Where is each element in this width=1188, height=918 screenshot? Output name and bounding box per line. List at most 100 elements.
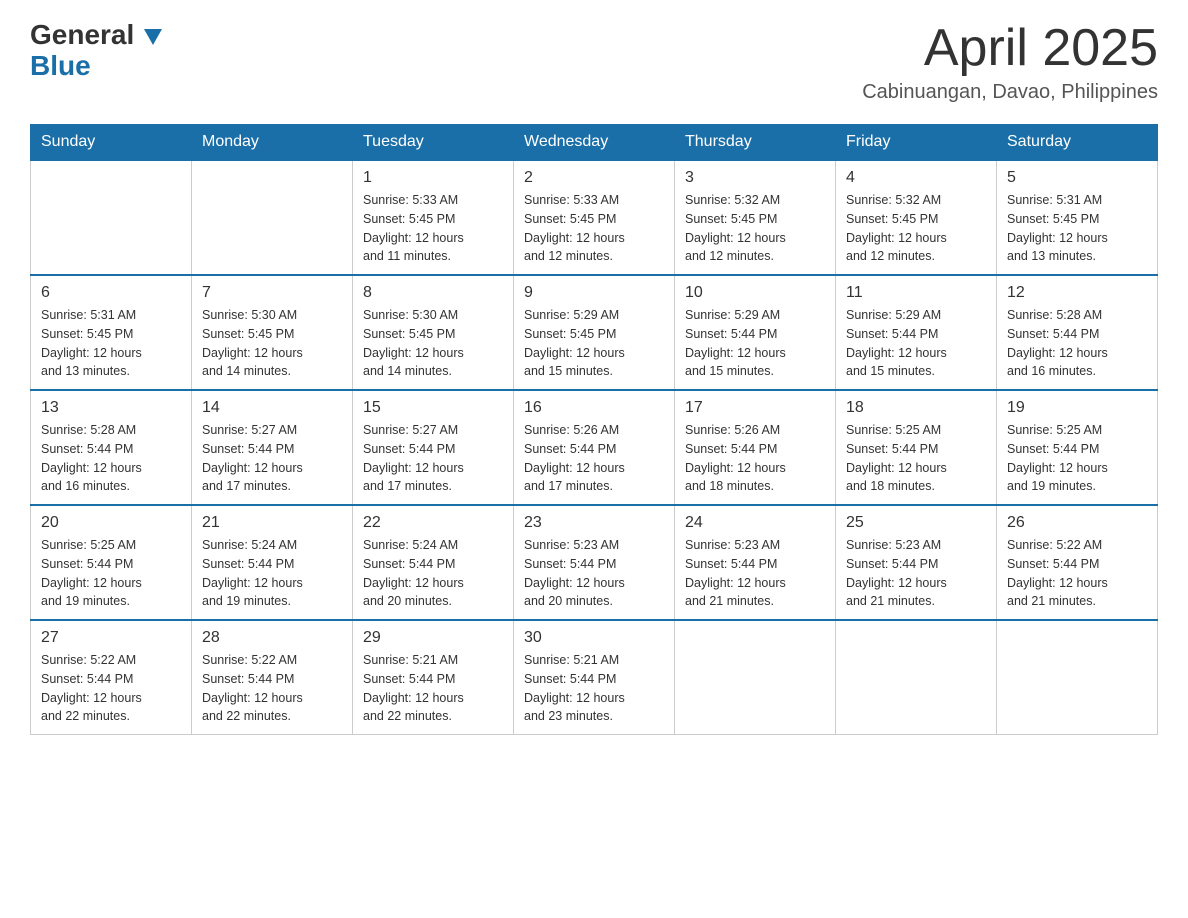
day-number: 30 xyxy=(524,629,664,647)
calendar-cell: 25 Sunrise: 5:23 AM Sunset: 5:44 PM Dayli… xyxy=(836,505,997,620)
day-header-saturday: Saturday xyxy=(997,125,1158,161)
day-number: 12 xyxy=(1007,284,1147,302)
day-info: Sunrise: 5:22 AM Sunset: 5:44 PM Dayligh… xyxy=(41,651,181,726)
day-info: Sunrise: 5:32 AM Sunset: 5:45 PM Dayligh… xyxy=(685,191,825,266)
day-number: 21 xyxy=(202,514,342,532)
day-number: 27 xyxy=(41,629,181,647)
day-info: Sunrise: 5:26 AM Sunset: 5:44 PM Dayligh… xyxy=(524,421,664,496)
calendar-cell: 29 Sunrise: 5:21 AM Sunset: 5:44 PM Dayli… xyxy=(353,620,514,735)
calendar-cell: 21 Sunrise: 5:24 AM Sunset: 5:44 PM Dayli… xyxy=(192,505,353,620)
day-number: 8 xyxy=(363,284,503,302)
day-info: Sunrise: 5:33 AM Sunset: 5:45 PM Dayligh… xyxy=(363,191,503,266)
calendar-cell: 22Sunrise: 5:24 AM Sunset: 5:44 PM Dayli… xyxy=(353,505,514,620)
calendar-cell: 9 Sunrise: 5:29 AM Sunset: 5:45 PM Daylig… xyxy=(514,275,675,390)
logo: General Blue xyxy=(30,20,162,82)
day-number: 14 xyxy=(202,399,342,417)
calendar-body: 1 Sunrise: 5:33 AM Sunset: 5:45 PM Daylig… xyxy=(31,160,1158,735)
location: Cabinuangan, Davao, Philippines xyxy=(862,81,1158,104)
logo-triangle-icon xyxy=(144,29,162,45)
day-number: 18 xyxy=(846,399,986,417)
calendar-cell: 10 Sunrise: 5:29 AM Sunset: 5:44 PM Dayli… xyxy=(675,275,836,390)
day-number: 15 xyxy=(363,399,503,417)
calendar-week-1: 1 Sunrise: 5:33 AM Sunset: 5:45 PM Daylig… xyxy=(31,160,1158,275)
day-info: Sunrise: 5:29 AM Sunset: 5:44 PM Dayligh… xyxy=(685,306,825,381)
day-number: 5 xyxy=(1007,169,1147,187)
calendar-cell: 16Sunrise: 5:26 AM Sunset: 5:44 PM Dayli… xyxy=(514,390,675,505)
calendar-cell: 6 Sunrise: 5:31 AM Sunset: 5:45 PM Daylig… xyxy=(31,275,192,390)
calendar-week-3: 13 Sunrise: 5:28 AM Sunset: 5:44 PM Dayli… xyxy=(31,390,1158,505)
day-number: 2 xyxy=(524,169,664,187)
calendar-cell: 7 Sunrise: 5:30 AM Sunset: 5:45 PM Daylig… xyxy=(192,275,353,390)
calendar-cell: 30Sunrise: 5:21 AM Sunset: 5:44 PM Dayli… xyxy=(514,620,675,735)
page-header: General Blue April 2025 Cabinuangan, Dav… xyxy=(30,20,1158,104)
day-info: Sunrise: 5:31 AM Sunset: 5:45 PM Dayligh… xyxy=(1007,191,1147,266)
day-number: 17 xyxy=(685,399,825,417)
calendar-cell: 8 Sunrise: 5:30 AM Sunset: 5:45 PM Daylig… xyxy=(353,275,514,390)
calendar-cell: 18 Sunrise: 5:25 AM Sunset: 5:44 PM Dayli… xyxy=(836,390,997,505)
calendar-week-5: 27 Sunrise: 5:22 AM Sunset: 5:44 PM Dayli… xyxy=(31,620,1158,735)
day-info: Sunrise: 5:23 AM Sunset: 5:44 PM Dayligh… xyxy=(685,536,825,611)
day-info: Sunrise: 5:29 AM Sunset: 5:45 PM Dayligh… xyxy=(524,306,664,381)
calendar-cell: 19 Sunrise: 5:25 AM Sunset: 5:44 PM Dayli… xyxy=(997,390,1158,505)
day-info: Sunrise: 5:22 AM Sunset: 5:44 PM Dayligh… xyxy=(1007,536,1147,611)
day-info: Sunrise: 5:23 AM Sunset: 5:44 PM Dayligh… xyxy=(846,536,986,611)
day-info: Sunrise: 5:27 AM Sunset: 5:44 PM Dayligh… xyxy=(202,421,342,496)
day-number: 9 xyxy=(524,284,664,302)
day-header-tuesday: Tuesday xyxy=(353,125,514,161)
day-info: Sunrise: 5:24 AM Sunset: 5:44 PM Dayligh… xyxy=(363,536,503,611)
calendar-cell: 2 Sunrise: 5:33 AM Sunset: 5:45 PM Daylig… xyxy=(514,160,675,275)
day-info: Sunrise: 5:24 AM Sunset: 5:44 PM Dayligh… xyxy=(202,536,342,611)
day-header-sunday: Sunday xyxy=(31,125,192,161)
day-info: Sunrise: 5:28 AM Sunset: 5:44 PM Dayligh… xyxy=(41,421,181,496)
day-header-thursday: Thursday xyxy=(675,125,836,161)
day-info: Sunrise: 5:30 AM Sunset: 5:45 PM Dayligh… xyxy=(202,306,342,381)
calendar-cell: 17Sunrise: 5:26 AM Sunset: 5:44 PM Dayli… xyxy=(675,390,836,505)
day-info: Sunrise: 5:21 AM Sunset: 5:44 PM Dayligh… xyxy=(363,651,503,726)
calendar-header: SundayMondayTuesdayWednesdayThursdayFrid… xyxy=(31,125,1158,161)
calendar-week-2: 6 Sunrise: 5:31 AM Sunset: 5:45 PM Daylig… xyxy=(31,275,1158,390)
day-info: Sunrise: 5:32 AM Sunset: 5:45 PM Dayligh… xyxy=(846,191,986,266)
calendar-cell xyxy=(192,160,353,275)
calendar-cell: 20 Sunrise: 5:25 AM Sunset: 5:44 PM Dayli… xyxy=(31,505,192,620)
calendar-cell: 5 Sunrise: 5:31 AM Sunset: 5:45 PM Daylig… xyxy=(997,160,1158,275)
calendar-cell xyxy=(31,160,192,275)
day-info: Sunrise: 5:29 AM Sunset: 5:44 PM Dayligh… xyxy=(846,306,986,381)
day-number: 6 xyxy=(41,284,181,302)
day-info: Sunrise: 5:31 AM Sunset: 5:45 PM Dayligh… xyxy=(41,306,181,381)
day-info: Sunrise: 5:30 AM Sunset: 5:45 PM Dayligh… xyxy=(363,306,503,381)
calendar-cell: 15Sunrise: 5:27 AM Sunset: 5:44 PM Dayli… xyxy=(353,390,514,505)
day-number: 10 xyxy=(685,284,825,302)
day-number: 29 xyxy=(363,629,503,647)
calendar-cell: 26 Sunrise: 5:22 AM Sunset: 5:44 PM Dayli… xyxy=(997,505,1158,620)
month-title: April 2025 xyxy=(862,20,1158,77)
calendar-cell: 27 Sunrise: 5:22 AM Sunset: 5:44 PM Dayli… xyxy=(31,620,192,735)
day-number: 19 xyxy=(1007,399,1147,417)
day-info: Sunrise: 5:33 AM Sunset: 5:45 PM Dayligh… xyxy=(524,191,664,266)
logo-blue: Blue xyxy=(30,51,162,82)
day-info: Sunrise: 5:23 AM Sunset: 5:44 PM Dayligh… xyxy=(524,536,664,611)
day-info: Sunrise: 5:22 AM Sunset: 5:44 PM Dayligh… xyxy=(202,651,342,726)
calendar-cell: 14 Sunrise: 5:27 AM Sunset: 5:44 PM Dayli… xyxy=(192,390,353,505)
day-number: 20 xyxy=(41,514,181,532)
title-block: April 2025 Cabinuangan, Davao, Philippin… xyxy=(862,20,1158,104)
day-number: 1 xyxy=(363,169,503,187)
day-number: 7 xyxy=(202,284,342,302)
calendar-cell: 24Sunrise: 5:23 AM Sunset: 5:44 PM Dayli… xyxy=(675,505,836,620)
day-info: Sunrise: 5:25 AM Sunset: 5:44 PM Dayligh… xyxy=(1007,421,1147,496)
day-number: 25 xyxy=(846,514,986,532)
day-number: 28 xyxy=(202,629,342,647)
calendar-cell xyxy=(997,620,1158,735)
calendar-cell: 4Sunrise: 5:32 AM Sunset: 5:45 PM Daylig… xyxy=(836,160,997,275)
day-number: 26 xyxy=(1007,514,1147,532)
day-number: 23 xyxy=(524,514,664,532)
calendar-cell: 1 Sunrise: 5:33 AM Sunset: 5:45 PM Daylig… xyxy=(353,160,514,275)
day-number: 13 xyxy=(41,399,181,417)
calendar-cell: 13 Sunrise: 5:28 AM Sunset: 5:44 PM Dayli… xyxy=(31,390,192,505)
day-info: Sunrise: 5:25 AM Sunset: 5:44 PM Dayligh… xyxy=(846,421,986,496)
calendar-cell xyxy=(836,620,997,735)
day-info: Sunrise: 5:25 AM Sunset: 5:44 PM Dayligh… xyxy=(41,536,181,611)
calendar-cell: 3Sunrise: 5:32 AM Sunset: 5:45 PM Daylig… xyxy=(675,160,836,275)
calendar-cell: 11 Sunrise: 5:29 AM Sunset: 5:44 PM Dayli… xyxy=(836,275,997,390)
day-header-friday: Friday xyxy=(836,125,997,161)
day-number: 11 xyxy=(846,284,986,302)
